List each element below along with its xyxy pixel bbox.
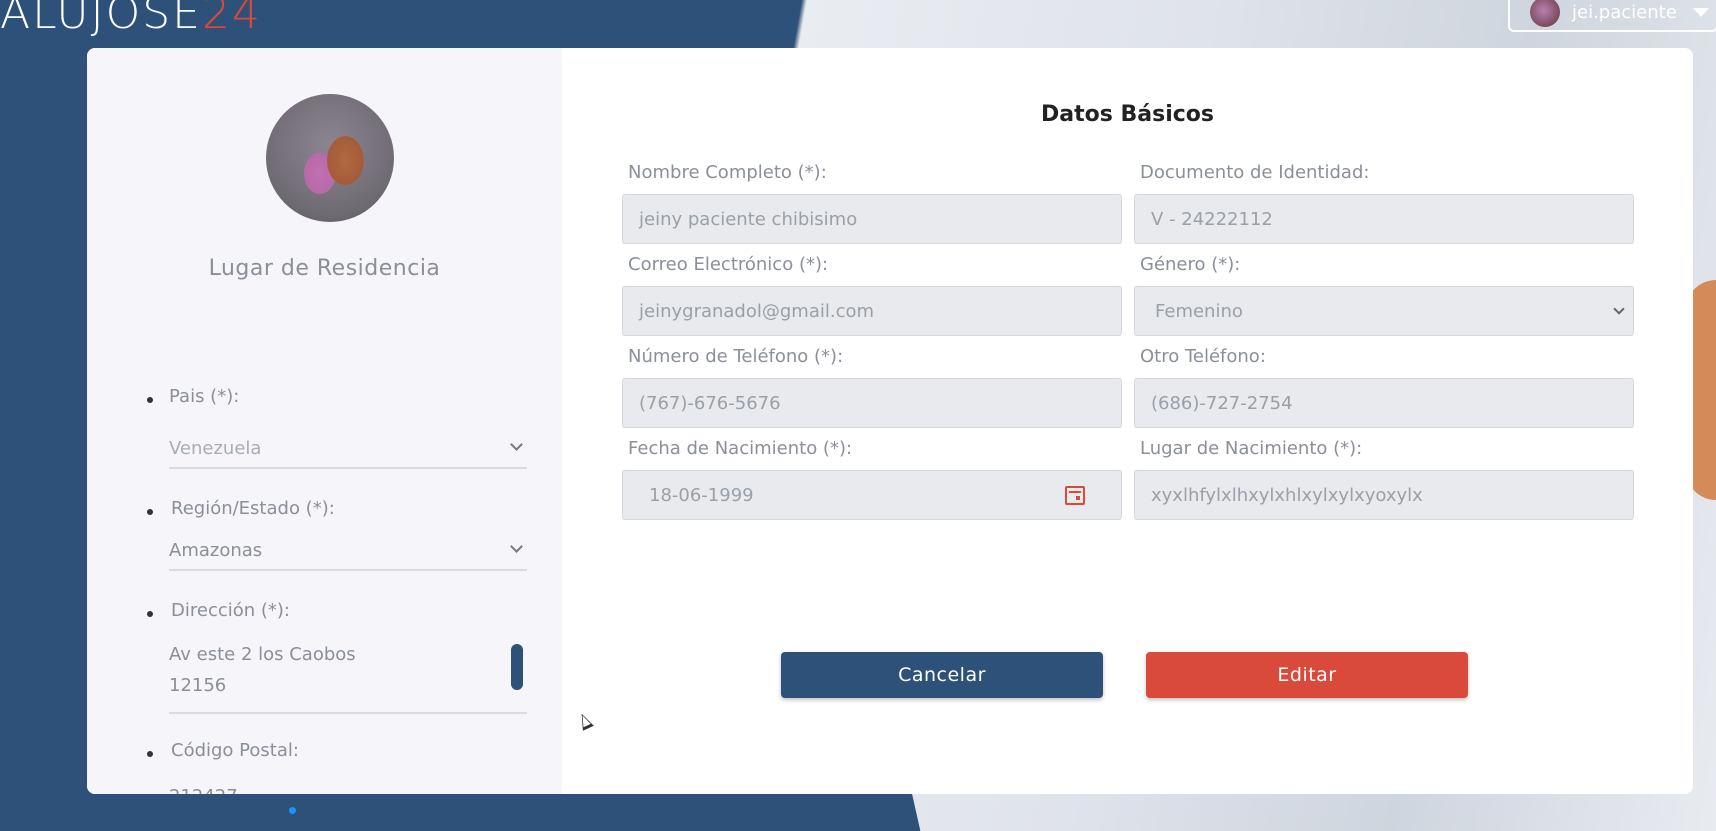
full-name-group: Nombre Completo (*): jeiny paciente chib… bbox=[622, 162, 1122, 244]
chevron-down-icon bbox=[510, 540, 523, 553]
bullet bbox=[147, 397, 153, 403]
phone-input[interactable]: (767)-676-5676 bbox=[622, 378, 1122, 428]
username-label: jei.paciente bbox=[1572, 1, 1677, 23]
region-select[interactable]: Amazonas bbox=[169, 540, 527, 571]
birthplace-input[interactable]: xyxlhfylxlhxylxhlxylxylxyoxylx bbox=[1134, 470, 1634, 520]
gender-select[interactable]: Femenino bbox=[1134, 286, 1634, 336]
calendar-icon[interactable] bbox=[1065, 486, 1085, 505]
email-input[interactable]: jeinygranadol@gmail.com bbox=[622, 286, 1122, 336]
residence-title: Lugar de Residencia bbox=[208, 256, 441, 281]
gender-label: Género (*): bbox=[1140, 254, 1241, 275]
id-document-group: Documento de Identidad: V - 24222112 bbox=[1134, 162, 1634, 244]
email-group: Correo Electrónico (*): jeinygranadol@gm… bbox=[622, 254, 1122, 336]
bullet bbox=[147, 509, 153, 515]
basic-data-panel: Datos Básicos Nombre Completo (*): jeiny… bbox=[562, 48, 1693, 794]
other-phone-label: Otro Teléfono: bbox=[1140, 346, 1266, 367]
phone-group: Número de Teléfono (*): (767)-676-5676 bbox=[622, 346, 1122, 428]
caret-down-icon bbox=[1692, 7, 1709, 17]
address-textarea[interactable]: Av este 2 los Caobos 12156 bbox=[169, 644, 527, 714]
birthplace-group: Lugar de Nacimiento (*): xyxlhfylxlhxylx… bbox=[1134, 438, 1634, 520]
section-title: Datos Básicos bbox=[1041, 102, 1214, 127]
birthdate-input[interactable]: 18-06-1999 bbox=[622, 470, 1122, 520]
scrollbar-thumb[interactable] bbox=[511, 644, 523, 690]
region-label: Región/Estado (*): bbox=[171, 498, 335, 519]
bullet bbox=[147, 611, 153, 617]
address-label: Dirección (*): bbox=[171, 600, 290, 621]
profile-photo bbox=[266, 94, 394, 222]
phone-label: Número de Teléfono (*): bbox=[628, 346, 844, 367]
cancel-button[interactable]: Cancelar bbox=[781, 652, 1103, 698]
id-document-label: Documento de Identidad: bbox=[1140, 162, 1370, 183]
birthdate-group: Fecha de Nacimiento (*): 18-06-1999 bbox=[622, 438, 1122, 520]
full-name-input[interactable]: jeiny paciente chibisimo bbox=[622, 194, 1122, 244]
country-label: Pais (*): bbox=[169, 386, 240, 407]
country-select[interactable]: Venezuela bbox=[169, 438, 527, 469]
user-avatar bbox=[1530, 0, 1560, 27]
chevron-down-icon bbox=[510, 438, 523, 451]
brand-logo: ALUJOSE24 bbox=[0, 0, 262, 39]
full-name-label: Nombre Completo (*): bbox=[628, 162, 827, 183]
id-document-input[interactable]: V - 24222112 bbox=[1134, 194, 1634, 244]
postal-code-label: Código Postal: bbox=[171, 740, 299, 761]
email-label: Correo Electrónico (*): bbox=[628, 254, 829, 275]
birthplace-label: Lugar de Nacimiento (*): bbox=[1140, 438, 1363, 459]
bullet bbox=[147, 751, 153, 757]
carousel-dot[interactable] bbox=[289, 807, 296, 814]
edit-button[interactable]: Editar bbox=[1146, 652, 1468, 698]
other-phone-input[interactable]: (686)-727-2754 bbox=[1134, 378, 1634, 428]
residence-panel: Lugar de Residencia Pais (*): Venezuela … bbox=[87, 48, 562, 794]
gender-group: Género (*): Femenino bbox=[1134, 254, 1634, 336]
other-phone-group: Otro Teléfono: (686)-727-2754 bbox=[1134, 346, 1634, 428]
chevron-down-icon bbox=[1613, 303, 1625, 315]
user-menu[interactable]: jei.paciente bbox=[1508, 0, 1716, 32]
postal-code-input[interactable]: 212427 bbox=[169, 786, 527, 794]
birthdate-label: Fecha de Nacimiento (*): bbox=[628, 438, 853, 459]
